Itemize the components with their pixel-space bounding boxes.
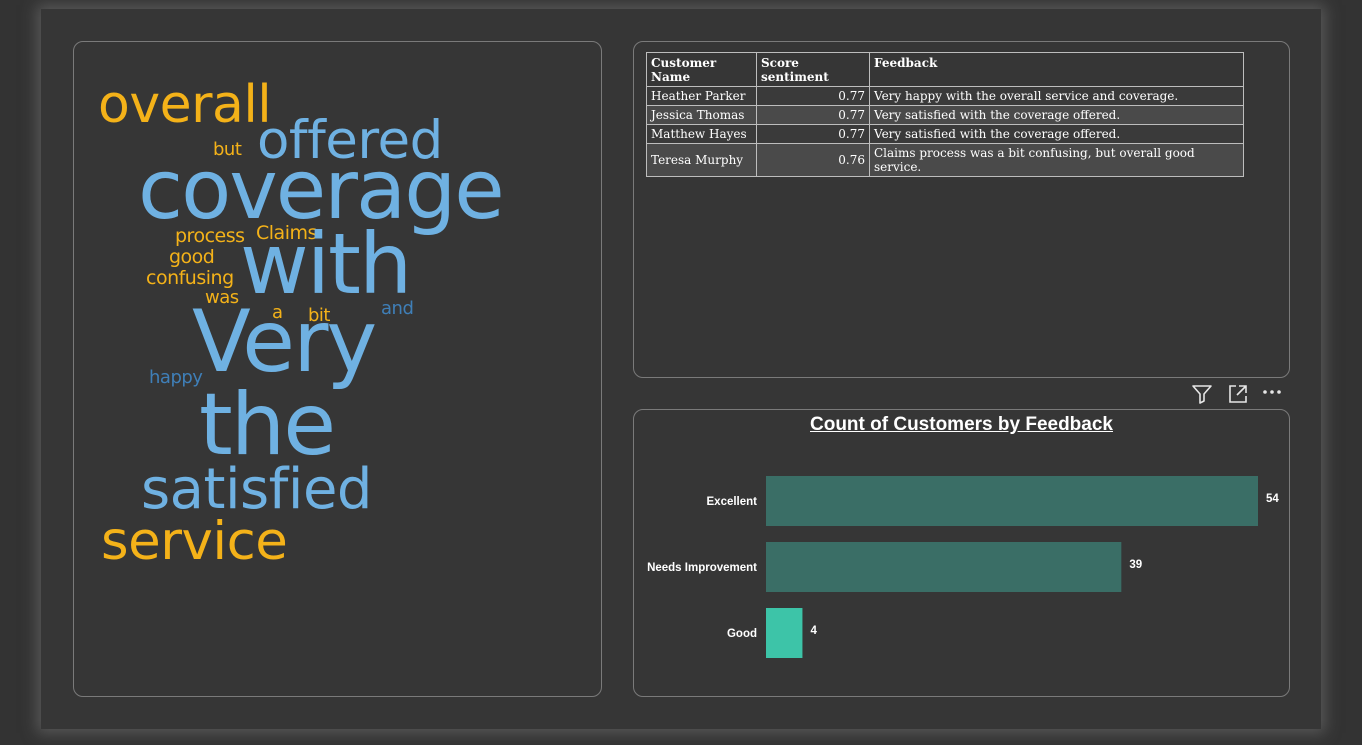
word-very: Very xyxy=(192,292,377,392)
word-good: good xyxy=(169,246,215,268)
bar[interactable] xyxy=(766,476,1258,526)
cell-score-sentiment: 0.77 xyxy=(756,86,870,106)
bar-chart: Excellent 54 Needs Improvement 39 Good 4 xyxy=(647,476,1279,658)
data-label: 4 xyxy=(810,625,817,637)
table-row[interactable]: Teresa Murphy 0.76 Claims process was a … xyxy=(646,143,1244,177)
feedback-table-visual[interactable]: Customer Name Score sentiment Feedback H… xyxy=(633,41,1290,378)
more-options-icon[interactable] xyxy=(1261,383,1283,405)
cell-score-sentiment: 0.77 xyxy=(756,105,870,125)
table-header-row: Customer Name Score sentiment Feedback xyxy=(646,52,1244,87)
cell-feedback: Claims process was a bit confusing, but … xyxy=(869,143,1244,177)
word-service: service xyxy=(101,511,288,572)
bar[interactable] xyxy=(766,608,803,658)
table-row[interactable]: Heather Parker 0.77 Very happy with the … xyxy=(646,86,1244,106)
column-header-score-sentiment[interactable]: Score sentiment xyxy=(756,52,870,87)
cell-customer-name: Teresa Murphy xyxy=(646,143,757,177)
focus-mode-icon[interactable] xyxy=(1227,383,1249,405)
cell-score-sentiment: 0.77 xyxy=(756,124,870,144)
bar[interactable] xyxy=(766,542,1122,592)
cell-customer-name: Jessica Thomas xyxy=(646,105,757,125)
feedback-table: Customer Name Score sentiment Feedback H… xyxy=(646,52,1244,177)
bar-chart-visual[interactable]: Count of Customers by Feedback Excellent… xyxy=(633,409,1290,697)
category-label: Good xyxy=(727,628,757,640)
cell-score-sentiment: 0.76 xyxy=(756,143,870,177)
cell-feedback: Very satisfied with the coverage offered… xyxy=(869,105,1244,125)
data-label: 54 xyxy=(1266,493,1279,505)
word-and: and xyxy=(381,298,414,319)
word-satisfied: satisfied xyxy=(141,457,372,522)
filter-icon[interactable] xyxy=(1191,383,1213,405)
cell-feedback: Very satisfied with the coverage offered… xyxy=(869,124,1244,144)
word-happy: happy xyxy=(149,367,203,388)
cell-customer-name: Heather Parker xyxy=(646,86,757,106)
word-process: process xyxy=(175,225,245,247)
category-label: Excellent xyxy=(707,496,758,508)
column-header-feedback[interactable]: Feedback xyxy=(869,52,1244,87)
category-label: Needs Improvement xyxy=(647,562,757,574)
cell-customer-name: Matthew Hayes xyxy=(646,124,757,144)
word-cloud-visual[interactable]: overall offered but coverage process Cla… xyxy=(73,41,602,697)
word-the: the xyxy=(199,375,336,475)
word-overall: overall xyxy=(98,75,272,135)
report-canvas: overall offered but coverage process Cla… xyxy=(41,9,1321,729)
column-header-customer-name[interactable]: Customer Name xyxy=(646,52,757,87)
table-row[interactable]: Jessica Thomas 0.77 Very satisfied with … xyxy=(646,105,1244,125)
data-label: 39 xyxy=(1129,559,1142,571)
cell-feedback: Very happy with the overall service and … xyxy=(869,86,1244,106)
table-row[interactable]: Matthew Hayes 0.77 Very satisfied with t… xyxy=(646,124,1244,144)
word-confusing: confusing xyxy=(146,267,234,289)
visual-header xyxy=(1191,383,1286,405)
